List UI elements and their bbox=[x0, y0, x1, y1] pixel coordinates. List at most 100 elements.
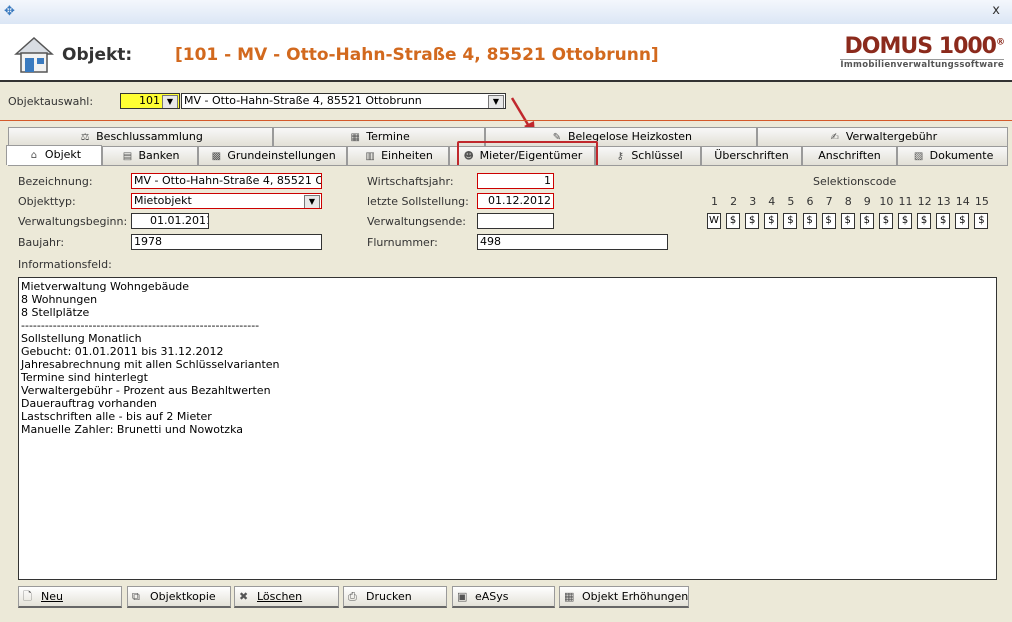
objektauswahl-label: Objektauswahl: bbox=[8, 95, 94, 108]
selektionscode-box[interactable]: $ bbox=[917, 213, 932, 229]
title-bar: ✥ x bbox=[0, 0, 1012, 25]
button-label: Löschen bbox=[257, 590, 303, 603]
info-line: Gebucht: 01.01.2011 bis 31.12.2012 bbox=[21, 345, 224, 358]
logo-reg: ® bbox=[996, 37, 1005, 48]
button-label: Neu bbox=[41, 590, 63, 603]
flurnummer-field[interactable]: 498 bbox=[477, 234, 668, 250]
tab-label: Dokumente bbox=[929, 149, 994, 162]
baujahr-field[interactable]: 1978 bbox=[131, 234, 322, 250]
verwaltungsbeginn-label: Verwaltungsbeginn: bbox=[18, 215, 128, 228]
informationsfeld-textarea[interactable]: Mietverwaltung Wohngebäude 8 Wohnungen 8 S… bbox=[18, 277, 997, 580]
chevron-down-icon[interactable]: ▼ bbox=[304, 195, 320, 208]
chevron-down-icon[interactable]: ▼ bbox=[162, 95, 178, 108]
sollstellung-field[interactable]: 01.12.2012 bbox=[477, 193, 554, 209]
objekttyp-label: Objekttyp: bbox=[18, 195, 76, 208]
documents-icon: ▧ bbox=[913, 151, 924, 162]
info-line: Termine sind hinterlegt bbox=[21, 371, 148, 384]
selektionscode-number: 13 bbox=[936, 195, 951, 208]
logo-main: DOMUS 1000 bbox=[844, 34, 997, 59]
tab-banken[interactable]: ▤ Banken bbox=[102, 146, 198, 165]
info-line: Dauerauftrag vorhanden bbox=[21, 397, 157, 410]
close-button[interactable]: x bbox=[992, 3, 1000, 18]
edit-icon: ✍ bbox=[830, 132, 839, 143]
selektionscode-box[interactable]: $ bbox=[859, 213, 874, 229]
tab-objekt[interactable]: ⌂ Objekt bbox=[6, 145, 102, 165]
selektionscode-number: 10 bbox=[879, 195, 894, 208]
selektionscode-box[interactable]: $ bbox=[840, 213, 855, 229]
tab-verwaltergebuehr[interactable]: ✍ Verwaltergebühr bbox=[757, 127, 1008, 146]
easys-button[interactable]: ▣ eASys bbox=[452, 586, 555, 608]
tab-grundeinstellungen[interactable]: ▩ Grundeinstellungen bbox=[198, 146, 347, 165]
verwaltungsende-label: Verwaltungsende: bbox=[367, 215, 466, 228]
info-line: Manuelle Zahler: Brunetti und Nowotzka bbox=[21, 423, 243, 436]
wirtschaftsjahr-field[interactable]: 1 bbox=[477, 173, 554, 189]
selektionscode-box[interactable]: $ bbox=[955, 213, 970, 229]
info-line: Jahresabrechnung mit allen Schlüsselvari… bbox=[21, 358, 280, 371]
object-number-value: 101 bbox=[139, 94, 160, 107]
neu-button[interactable]: 🗋 Neu bbox=[18, 586, 122, 608]
tab-label: Objekt bbox=[44, 148, 82, 161]
drucken-button[interactable]: ⎙ Drucken bbox=[343, 586, 447, 608]
tab-termine[interactable]: ▦ Termine bbox=[273, 127, 485, 146]
selektionscode-box[interactable]: W bbox=[707, 213, 721, 229]
selektionscode-number: 9 bbox=[863, 195, 871, 208]
verwaltungsbeginn-field[interactable]: 01.01.2011 bbox=[131, 213, 209, 229]
info-line: Mietverwaltung Wohngebäude bbox=[21, 280, 190, 293]
loeschen-button[interactable]: ✖ Löschen bbox=[234, 586, 339, 608]
selektionscode-number: 7 bbox=[825, 195, 833, 208]
domus-logo: DOMUS 1000® Immobilienverwaltungssoftwar… bbox=[840, 34, 1005, 70]
info-line: ----------------------------------------… bbox=[21, 319, 260, 332]
tab-label: Termine bbox=[366, 130, 410, 143]
selektionscode-box[interactable]: $ bbox=[745, 213, 760, 229]
button-label: Objekt Erhöhungen bbox=[582, 590, 689, 603]
bezeichnung-label: Bezeichnung: bbox=[18, 175, 93, 188]
selektionscode-box[interactable]: $ bbox=[802, 213, 817, 229]
selektionscode-number: 5 bbox=[787, 195, 795, 208]
app-icon: ✥ bbox=[4, 4, 15, 19]
tab-schluessel[interactable]: ⚷ Schlüssel bbox=[595, 146, 701, 165]
tab-label: Überschriften bbox=[714, 149, 789, 162]
tab-beschlussammlung[interactable]: ⚖ Beschlussammlung bbox=[8, 127, 273, 146]
selektionscode-box[interactable]: $ bbox=[878, 213, 893, 229]
bezeichnung-field[interactable]: MV - Otto-Hahn-Straße 4, 85521 Ottobrunn bbox=[131, 173, 322, 189]
object-name-select[interactable]: MV - Otto-Hahn-Straße 4, 85521 Ottobrunn… bbox=[181, 93, 506, 109]
info-line: Lastschriften alle - bis auf 2 Mieter bbox=[21, 410, 212, 423]
tab-ueberschriften[interactable]: Überschriften bbox=[701, 146, 802, 165]
selektionscode-number: 8 bbox=[844, 195, 852, 208]
selektionscode-number: 12 bbox=[917, 195, 932, 208]
tab-label: Grundeinstellungen bbox=[227, 149, 336, 162]
tab-label: Einheiten bbox=[381, 149, 433, 162]
objektkopie-button[interactable]: ⧉ Objektkopie bbox=[127, 586, 231, 608]
selektionscode-box[interactable]: $ bbox=[726, 213, 741, 229]
selektionscode-box[interactable]: $ bbox=[821, 213, 836, 229]
tab-anschriften[interactable]: Anschriften bbox=[802, 146, 897, 165]
selektionscode-box[interactable]: $ bbox=[764, 213, 779, 229]
key-icon: ⚷ bbox=[616, 151, 624, 162]
bank-icon: ▤ bbox=[122, 151, 133, 162]
button-label: eASys bbox=[475, 590, 509, 603]
selektionscode-number: 15 bbox=[974, 195, 989, 208]
selektionscode-number: 2 bbox=[730, 195, 738, 208]
house-icon: ⌂ bbox=[30, 150, 38, 161]
selektionscode-box[interactable]: $ bbox=[974, 213, 989, 229]
objekttyp-select[interactable]: Mietobjekt ▼ bbox=[131, 193, 322, 209]
sollstellung-label: letzte Sollstellung: bbox=[367, 195, 469, 208]
selektionscode-number: 6 bbox=[806, 195, 814, 208]
object-number-select[interactable]: 101 ▼ bbox=[120, 93, 180, 109]
selektionscode-number: 14 bbox=[955, 195, 970, 208]
tab-dokumente[interactable]: ▧ Dokumente bbox=[897, 146, 1008, 165]
selektionscode-box[interactable]: $ bbox=[898, 213, 912, 229]
chevron-down-icon[interactable]: ▼ bbox=[488, 95, 504, 108]
objekt-erhoehungen-button[interactable]: ▦ Objekt Erhöhungen bbox=[559, 586, 689, 608]
new-icon: 🗋 bbox=[23, 590, 32, 603]
selektionscode-box[interactable]: $ bbox=[783, 213, 798, 229]
verwaltungsende-field[interactable] bbox=[477, 213, 554, 229]
info-line: 8 Wohnungen bbox=[21, 293, 98, 306]
button-label: Drucken bbox=[366, 590, 412, 603]
selektionscode-box[interactable]: $ bbox=[936, 213, 951, 229]
tab-einheiten[interactable]: ▥ Einheiten bbox=[347, 146, 449, 165]
print-icon: ⎙ bbox=[348, 590, 357, 603]
header-separator bbox=[0, 120, 1012, 121]
flurnummer-label: Flurnummer: bbox=[367, 236, 438, 249]
copy-icon: ⧉ bbox=[132, 590, 140, 603]
